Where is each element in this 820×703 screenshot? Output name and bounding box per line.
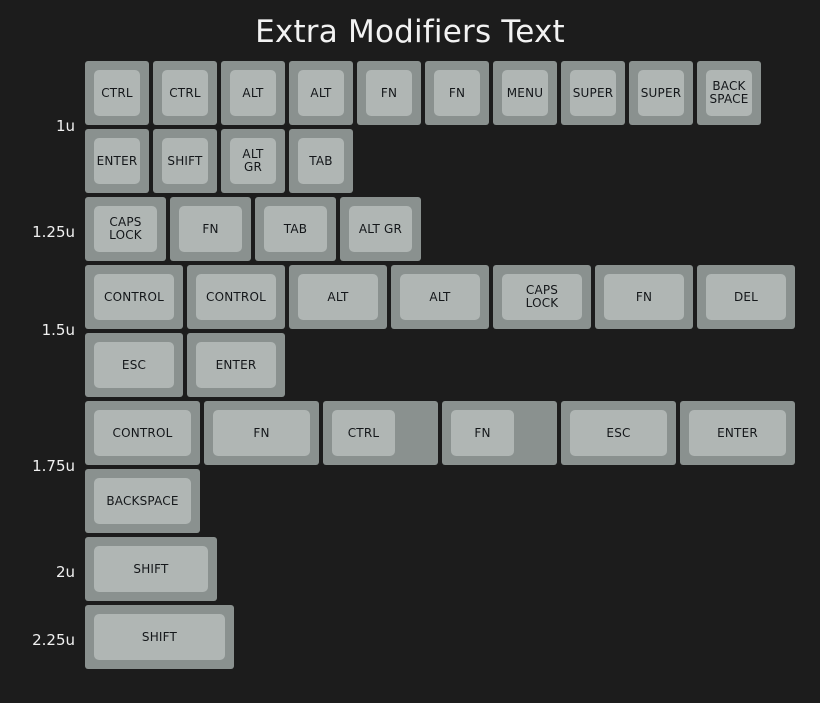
keycap-legend: SHIFT bbox=[162, 138, 208, 184]
keycap-legend: SUPER bbox=[570, 70, 616, 116]
keycap[interactable]: FN bbox=[357, 61, 421, 125]
keycap[interactable]: FN bbox=[170, 197, 251, 261]
keycap-row: 1.75u CONTROL FN CTRL FN ESC ENTER bbox=[0, 401, 820, 474]
keycap-legend: ENTER bbox=[196, 342, 276, 388]
keycap-legend: FN bbox=[434, 70, 480, 116]
keycap-legend: ALT GR bbox=[230, 138, 276, 184]
keycap-legend: ENTER bbox=[94, 138, 140, 184]
keycap-legend: DEL bbox=[706, 274, 786, 320]
keycap-legend: ALT GR bbox=[349, 206, 412, 252]
keycap-legend: MENU bbox=[502, 70, 548, 116]
keycap[interactable]: SHIFT bbox=[85, 537, 217, 601]
keycap-row: 1.25u CAPS LOCK FN TAB ALT GR bbox=[0, 197, 820, 265]
keycap[interactable]: FN bbox=[442, 401, 557, 465]
keycap[interactable]: CONTROL bbox=[85, 401, 200, 465]
keycap-legend: CTRL bbox=[332, 410, 395, 456]
keycap-legend: FN bbox=[366, 70, 412, 116]
keycap-legend: ESC bbox=[94, 342, 174, 388]
keycap[interactable]: ALT bbox=[221, 61, 285, 125]
keycap-legend: ESC bbox=[570, 410, 667, 456]
key-group: CTRL CTRL ALT ALT FN FN MENU SUPER SUPER BACK SPAC… bbox=[85, 61, 761, 125]
keycap[interactable]: ESC bbox=[85, 333, 183, 397]
keycap[interactable]: ALT GR bbox=[221, 129, 285, 193]
keycap[interactable]: CTRL bbox=[323, 401, 438, 465]
keycap[interactable]: ENTER bbox=[85, 129, 149, 193]
key-group: SHIFT bbox=[85, 605, 234, 669]
keycap[interactable]: ESC bbox=[561, 401, 676, 465]
keycap-legend: CTRL bbox=[162, 70, 208, 116]
keycap-legend: ALT bbox=[298, 70, 344, 116]
keycap[interactable]: DEL bbox=[697, 265, 795, 329]
keycap-row: ENTER SHIFT ALT GR TAB bbox=[0, 129, 820, 197]
keycap[interactable]: CONTROL bbox=[187, 265, 285, 329]
row-size-label: 2u bbox=[55, 563, 75, 581]
keycap-legend: FN bbox=[604, 274, 684, 320]
keycap[interactable]: ENTER bbox=[187, 333, 285, 397]
keycap-legend: ALT bbox=[298, 274, 378, 320]
keycap[interactable]: ENTER bbox=[680, 401, 795, 465]
keycap[interactable]: BACKSPACE bbox=[697, 61, 761, 125]
keycap[interactable]: SUPER bbox=[629, 61, 693, 125]
key-group: SHIFT bbox=[85, 537, 217, 601]
keycap-row: 2.25u SHIFT bbox=[0, 605, 820, 673]
keycap[interactable]: FN bbox=[204, 401, 319, 465]
keycap-row: 2u SHIFT bbox=[0, 537, 820, 605]
keycap[interactable]: BACKSPACE bbox=[85, 469, 200, 533]
keycap-row: BACKSPACE bbox=[0, 469, 820, 537]
keycap-legend: CAPS LOCK bbox=[94, 206, 157, 252]
keycap-legend: TAB bbox=[264, 206, 327, 252]
key-group: CONTROL FN CTRL FN ESC ENTER bbox=[85, 401, 795, 465]
keycap-legend: ALT bbox=[400, 274, 480, 320]
keycap-legend: FN bbox=[179, 206, 242, 252]
key-group: CONTROL CONTROL ALT ALT CAPS LOCK FN DEL bbox=[85, 265, 795, 329]
page-title: Extra Modifiers Text bbox=[255, 14, 565, 50]
keycap-legend: BACKSPACE bbox=[94, 478, 191, 524]
keycap-row: 1u CTRL CTRL ALT ALT FN FN MENU SUPER SUPER BACK SP… bbox=[0, 61, 820, 134]
keycap-row: ESC ENTER bbox=[0, 333, 820, 401]
keycap-legend: TAB bbox=[298, 138, 344, 184]
keycap[interactable]: ALT bbox=[289, 265, 387, 329]
keycap[interactable]: MENU bbox=[493, 61, 557, 125]
keycap[interactable]: CONTROL bbox=[85, 265, 183, 329]
key-group: CAPS LOCK FN TAB ALT GR bbox=[85, 197, 421, 261]
keycap[interactable]: ALT bbox=[391, 265, 489, 329]
keycap[interactable]: SUPER bbox=[561, 61, 625, 125]
key-group: BACKSPACE bbox=[85, 469, 200, 533]
keycap-legend: ENTER bbox=[689, 410, 786, 456]
keycap-legend: CONTROL bbox=[94, 274, 174, 320]
keycap[interactable]: FN bbox=[595, 265, 693, 329]
keycap[interactable]: CAPS LOCK bbox=[85, 197, 166, 261]
keycap-legend: FN bbox=[213, 410, 310, 456]
keycap[interactable]: SHIFT bbox=[153, 129, 217, 193]
key-group: ENTER SHIFT ALT GR TAB bbox=[85, 129, 353, 193]
key-group: ESC ENTER bbox=[85, 333, 285, 397]
keycap[interactable]: CTRL bbox=[85, 61, 149, 125]
keycap[interactable]: SHIFT bbox=[85, 605, 234, 669]
keycap-size-chart: 1u CTRL CTRL ALT ALT FN FN MENU SUPER SUPER BACK SP… bbox=[0, 61, 820, 673]
row-size-label: 1.25u bbox=[32, 223, 75, 241]
keycap-legend: CTRL bbox=[94, 70, 140, 116]
keycap[interactable]: ALT GR bbox=[340, 197, 421, 261]
keycap[interactable]: ALT bbox=[289, 61, 353, 125]
row-size-label: 2.25u bbox=[32, 631, 75, 649]
keycap-legend: FN bbox=[451, 410, 514, 456]
keycap-legend: ALT bbox=[230, 70, 276, 116]
keycap-legend: CONTROL bbox=[196, 274, 276, 320]
keycap[interactable]: CTRL bbox=[153, 61, 217, 125]
keycap-legend: SHIFT bbox=[94, 614, 225, 660]
keycap[interactable]: TAB bbox=[255, 197, 336, 261]
keycap-legend: SUPER bbox=[638, 70, 684, 116]
keycap-legend: BACKSPACE bbox=[706, 70, 752, 116]
keycap[interactable]: TAB bbox=[289, 129, 353, 193]
keycap[interactable]: FN bbox=[425, 61, 489, 125]
keycap-row: 1.5u CONTROL CONTROL ALT ALT CAPS LOCK FN DEL bbox=[0, 265, 820, 338]
keycap[interactable]: CAPS LOCK bbox=[493, 265, 591, 329]
keycap-legend: CAPS LOCK bbox=[502, 274, 582, 320]
keycap-legend: CONTROL bbox=[94, 410, 191, 456]
keycap-legend: SHIFT bbox=[94, 546, 208, 592]
